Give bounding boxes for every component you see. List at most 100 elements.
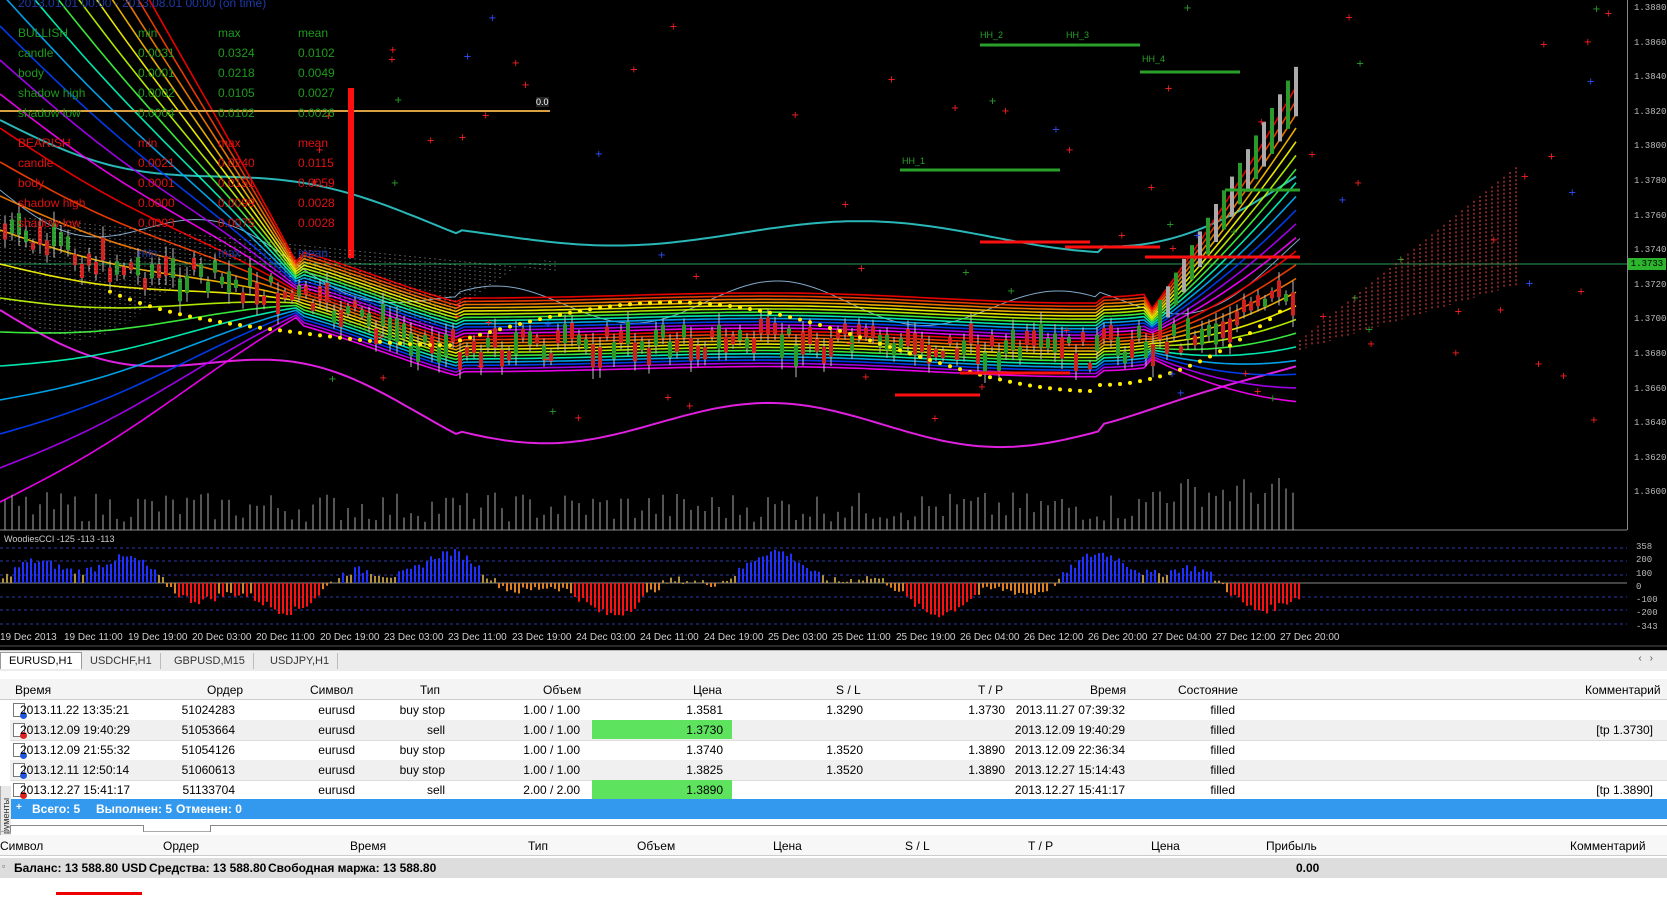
col-time[interactable]: Время bbox=[15, 683, 51, 697]
price-axis-label: 1.3780 bbox=[1634, 176, 1667, 186]
stat-min: 0.0001 bbox=[138, 66, 175, 80]
order-row[interactable]: 2013.12.09 21:55:32 51054126 eurusd buy sto… bbox=[10, 740, 1667, 761]
third-header-row: min max mean bbox=[0, 246, 340, 264]
candle-body bbox=[367, 313, 371, 327]
scatter-cross: + bbox=[686, 401, 694, 412]
tab-gbpusd-m15[interactable]: GBPUSD,M15 bbox=[166, 653, 254, 669]
tab-usdjpy-h1[interactable]: USDJPY,H1 bbox=[262, 653, 339, 669]
pcol-profit[interactable]: Прибыль bbox=[1266, 839, 1317, 853]
pcol-volume[interactable]: Объем bbox=[637, 839, 675, 853]
expand-icon[interactable]: + bbox=[16, 802, 22, 813]
candle-body bbox=[605, 326, 609, 337]
candle-body bbox=[528, 331, 532, 345]
candle-body bbox=[1277, 280, 1281, 298]
tab-eurusd-h1[interactable]: EURUSD,H1 bbox=[0, 652, 82, 669]
sar-dot bbox=[708, 301, 712, 306]
tab-scroll-arrows[interactable]: ‹› bbox=[1638, 653, 1661, 664]
order-price: 1.3581 bbox=[686, 703, 723, 717]
scatter-cross: + bbox=[1584, 37, 1592, 48]
terminal-subtab[interactable] bbox=[10, 825, 144, 832]
sar-dot bbox=[368, 338, 372, 343]
level-label: 0.0 bbox=[536, 97, 549, 107]
candle-body bbox=[794, 345, 798, 367]
col-type[interactable]: Тип bbox=[420, 683, 440, 697]
order-row[interactable]: 2013.12.09 19:40:29 51053664 eurusd sell 1.0… bbox=[10, 720, 1667, 741]
time-axis-label: 25 Dec 11:00 bbox=[832, 632, 891, 643]
col-symbol[interactable]: Символ bbox=[310, 683, 353, 697]
order-order: 51024283 bbox=[181, 703, 235, 717]
sar-dot bbox=[558, 312, 562, 317]
candle-body bbox=[612, 342, 616, 359]
col-tp[interactable]: T / P bbox=[978, 683, 1003, 697]
order-price: 1.3740 bbox=[686, 743, 723, 757]
pcol-price[interactable]: Цена bbox=[773, 839, 802, 853]
scatter-cross: + bbox=[426, 136, 434, 147]
col-sl[interactable]: S / L bbox=[836, 683, 861, 697]
sar-dot bbox=[358, 337, 362, 342]
sar-dot bbox=[1218, 349, 1222, 354]
tab-usdchf-h1[interactable]: USDCHF,H1 bbox=[82, 653, 161, 669]
terminal-subtab[interactable] bbox=[210, 825, 1667, 832]
pcol-price2[interactable]: Цена bbox=[1151, 839, 1180, 853]
col-state[interactable]: Состояние bbox=[1178, 683, 1238, 697]
sar-dot bbox=[808, 320, 812, 325]
positions-table-header: Символ Ордер Время Тип Объем Цена S / L … bbox=[0, 835, 1667, 856]
pcol-sl[interactable]: S / L bbox=[905, 839, 930, 853]
pcol-time[interactable]: Время bbox=[350, 839, 386, 853]
sar-dot bbox=[1038, 384, 1042, 389]
candle-body bbox=[122, 266, 126, 276]
order-volume: 2.00 / 2.00 bbox=[523, 783, 580, 797]
pcol-symbol[interactable]: Символ bbox=[0, 839, 43, 853]
candle-body bbox=[381, 303, 385, 327]
sar-dot bbox=[258, 325, 262, 330]
col-order[interactable]: Ордер bbox=[207, 683, 243, 697]
scatter-cross: + bbox=[862, 372, 870, 383]
col-comment[interactable]: Комментарий bbox=[1585, 683, 1661, 697]
stat-mean: 0.0059 bbox=[298, 176, 335, 190]
stat-mean: 0.0028 bbox=[298, 196, 335, 210]
stat-name: body bbox=[18, 176, 45, 190]
pcol-comment[interactable]: Комментарий bbox=[1570, 839, 1646, 853]
scatter-cross: + bbox=[962, 268, 970, 279]
col-time2[interactable]: Время bbox=[1090, 683, 1126, 697]
sar-dot bbox=[238, 323, 242, 328]
pcol-order[interactable]: Ордер bbox=[163, 839, 199, 853]
pcol-tp[interactable]: T / P bbox=[1028, 839, 1053, 853]
sar-dot bbox=[1058, 387, 1062, 392]
order-row[interactable]: 2013.12.11 12:50:14 51060613 eurusd buy sto… bbox=[10, 760, 1667, 781]
col-volume[interactable]: Объем bbox=[543, 683, 581, 697]
sar-dot bbox=[1098, 382, 1102, 387]
scatter-cross: + bbox=[544, 319, 552, 330]
scatter-cross: + bbox=[391, 178, 399, 189]
pcol-type[interactable]: Тип bbox=[528, 839, 548, 853]
candle-body bbox=[1166, 286, 1170, 318]
candle-body bbox=[1278, 94, 1282, 142]
candle-body bbox=[423, 335, 427, 343]
balance-row[interactable]: ▫ Баланс: 13 588.80 USD Средства: 13 588… bbox=[0, 858, 1667, 878]
candle-body bbox=[857, 324, 861, 337]
sar-dot bbox=[328, 334, 332, 339]
stat-max: 0.0105 bbox=[218, 86, 255, 100]
price-chart[interactable]: + + + + + + + + + + + + + + + + + + + + + + + + + + + + + + + + + + + + + + + +… bbox=[0, 0, 1667, 650]
sar-dot bbox=[1248, 331, 1252, 336]
vertical-marker bbox=[348, 88, 354, 258]
scatter-cross: + bbox=[669, 22, 677, 33]
col-price[interactable]: Цена bbox=[693, 683, 722, 697]
stat-col-max: max bbox=[218, 136, 241, 150]
candle-body bbox=[647, 348, 651, 366]
candle-body bbox=[1172, 324, 1176, 336]
scatter-cross: + bbox=[1308, 149, 1316, 160]
scatter-cross: + bbox=[1007, 286, 1015, 297]
order-row[interactable]: 2013.12.27 15:41:17 51133704 eurusd sell 2.0… bbox=[10, 780, 1667, 801]
orders-summary-bar[interactable]: + Всего: 5 Выполнен: 5 Отменен: 0 bbox=[10, 799, 1667, 819]
candle-body bbox=[1228, 318, 1232, 343]
sar-dot bbox=[1148, 376, 1152, 381]
candle-body bbox=[822, 346, 826, 364]
order-row[interactable]: 2013.11.22 13:35:21 51024283 eurusd buy sto… bbox=[10, 700, 1667, 721]
scatter-cross: + bbox=[630, 65, 638, 76]
sar-dot bbox=[408, 342, 412, 347]
scatter-cross: + bbox=[1547, 152, 1555, 163]
candle-body bbox=[346, 306, 350, 314]
candle-body bbox=[801, 332, 805, 355]
collapse-icon[interactable]: ▫ bbox=[2, 861, 5, 871]
